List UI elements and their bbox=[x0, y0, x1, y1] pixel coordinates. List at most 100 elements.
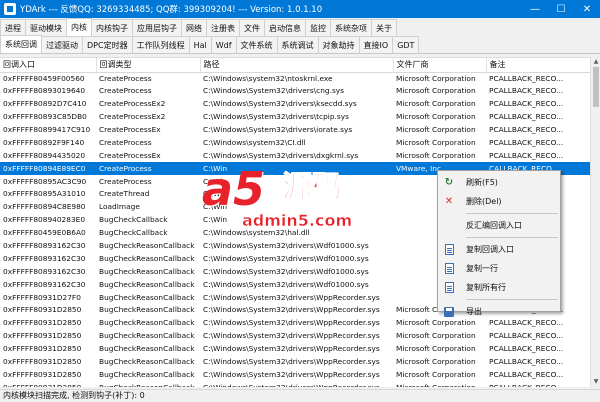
close-button[interactable]: ✕ bbox=[574, 0, 600, 18]
sub-tab-8[interactable]: 对象劫持 bbox=[317, 36, 360, 53]
table-cell: 0xFFFFF80459F00560 bbox=[3, 73, 85, 83]
table-cell: C:\Win bbox=[200, 162, 393, 176]
table-cell: C:\Windows\System32\drivers\WppRecorder.… bbox=[203, 357, 380, 367]
sub-tab-5[interactable]: Wdf bbox=[210, 36, 237, 53]
table-row[interactable]: 0xFFFFF80931D2850BugCheckReasonCallbackC… bbox=[0, 368, 590, 381]
sub-tab-7[interactable]: 系统调试 bbox=[276, 36, 319, 53]
table-row[interactable]: 0xFFFFF80931D2850 BugCheckReasonCallback C… bbox=[0, 330, 590, 343]
sub-tab-2[interactable]: DPC定时器 bbox=[82, 36, 133, 53]
delete-icon-glyph: ✕ bbox=[444, 196, 454, 207]
table-cell: C:\Windows\System32\drivers\ksecdd.sys bbox=[203, 99, 357, 109]
table-cell: 0xFFFFF80931D2850 bbox=[3, 331, 82, 341]
table-cell: PCALLBACK_RECO... bbox=[489, 112, 564, 122]
context-menu: ↻ 刷新(F5) ✕ 删除(Del) 反汇编回调入口 复制回调入口 复制一行 复制所有行 导出 bbox=[437, 170, 561, 317]
context-menu-item[interactable]: ↻ 刷新(F5) bbox=[438, 173, 560, 192]
table-cell: CreateProcess bbox=[99, 137, 152, 147]
menu-item-label: 复制一行 bbox=[466, 264, 498, 273]
table-cell: BugCheckCallback bbox=[99, 215, 168, 225]
table-row[interactable]: 0xFFFFF80931D2850BugCheckReasonCallbackC… bbox=[0, 343, 590, 356]
menu-item-label: 刷新(F5) bbox=[466, 178, 498, 187]
refresh-icon: ↻ bbox=[442, 176, 456, 190]
table-cell: 0xFFFFF80931D2850 bbox=[0, 381, 96, 387]
table-row[interactable]: 0xFFFFF80931D2850BugCheckReasonCallbackC… bbox=[0, 381, 590, 387]
context-menu-item[interactable]: ✕ 删除(Del) bbox=[438, 192, 560, 211]
context-menu-item[interactable]: 复制所有行 bbox=[438, 278, 560, 297]
title-bar: YDArk --- 反馈QQ: 3269334485; QQ群: 3993092… bbox=[0, 0, 600, 18]
minimize-button[interactable]: — bbox=[522, 0, 548, 18]
main-tab-1[interactable]: 驱动模块 bbox=[25, 19, 67, 36]
main-tab-2[interactable]: 内核 bbox=[66, 18, 92, 36]
sub-tab-6[interactable]: 文件系统 bbox=[235, 36, 278, 53]
table-cell: Microsoft Corporation bbox=[396, 73, 476, 83]
export-icon-glyph bbox=[444, 306, 454, 317]
main-tab-11[interactable]: 关于 bbox=[371, 19, 397, 36]
scroll-thumb[interactable] bbox=[593, 67, 599, 107]
table-cell: Microsoft Corporation bbox=[396, 86, 476, 96]
table-row[interactable]: 0xFFFFF80892D7C410 CreateProcessEx2 C:\Win… bbox=[0, 98, 590, 111]
table-cell: CreateProcessEx bbox=[99, 150, 161, 160]
table-cell: C:\Windows\System32\drivers\Wdf01000.sys bbox=[203, 279, 369, 289]
sub-tab-10[interactable]: GDT bbox=[392, 36, 420, 53]
main-tab-7[interactable]: 文件 bbox=[239, 19, 265, 36]
table-cell: PCALLBACK_RECO... bbox=[489, 125, 564, 134]
table-cell: CreateThread bbox=[99, 189, 150, 199]
main-tab-9[interactable]: 监控 bbox=[305, 19, 331, 36]
table-cell: C:\Windows\System32\drivers\WppRecorder.… bbox=[203, 331, 380, 341]
maximize-button[interactable]: ☐ bbox=[548, 0, 574, 18]
main-tab-0[interactable]: 进程 bbox=[0, 19, 26, 36]
table-cell: 0xFFFFF80459E0B6A0 bbox=[3, 228, 86, 238]
table-row[interactable]: 0xFFFFF80893019640 CreateProcess C:\Window… bbox=[0, 85, 590, 98]
copy-icon-glyph bbox=[444, 263, 454, 274]
table-cell: 0xFFFFF80893C85DB0 bbox=[3, 112, 87, 122]
context-menu-item[interactable]: 复制一行 bbox=[438, 259, 560, 278]
table-cell: 0xFFFFF80894435020 bbox=[3, 150, 86, 160]
column-header[interactable]: 回调类型 bbox=[96, 58, 201, 73]
sub-tab-0[interactable]: 系统回调 bbox=[0, 35, 42, 53]
delete-icon: ✕ bbox=[442, 195, 456, 209]
column-header[interactable]: 文件厂商 bbox=[393, 58, 487, 73]
main-tab-3[interactable]: 内核钩子 bbox=[91, 19, 133, 36]
table-row[interactable]: 0xFFFFF80899417C910 CreateProcessEx C:\Win… bbox=[0, 124, 590, 137]
table-cell: Microsoft Corporation bbox=[396, 150, 476, 160]
table-cell: BugCheckReasonCallback bbox=[99, 331, 195, 341]
blank-icon bbox=[442, 219, 456, 233]
scroll-down-arrow-icon[interactable]: ▼ bbox=[591, 377, 600, 387]
column-header[interactable]: 回调入口 bbox=[0, 58, 97, 73]
main-tab-5[interactable]: 网络 bbox=[181, 19, 207, 36]
context-menu-item[interactable]: 导出 bbox=[438, 302, 560, 321]
sub-tab-4[interactable]: Hal bbox=[188, 36, 212, 53]
context-menu-item[interactable]: 反汇编回调入口 bbox=[438, 216, 560, 235]
table-cell: C:\Windows\system32\ntoskrnl.exe bbox=[203, 73, 333, 83]
table-cell: BugCheckReasonCallback bbox=[99, 344, 195, 354]
table-cell: PCALLBACK_RECO... bbox=[489, 137, 564, 147]
table-row[interactable]: 0xFFFFF80892F9F140 CreateProcess C:\Window… bbox=[0, 136, 590, 149]
table-cell: Microsoft Corporation bbox=[396, 112, 476, 122]
main-tab-8[interactable]: 启动信息 bbox=[264, 19, 306, 36]
column-header[interactable]: 路径 bbox=[200, 58, 394, 73]
table-cell: Microsoft Corporation bbox=[393, 381, 486, 387]
table-row[interactable]: 0xFFFFF80931D2850BugCheckReasonCallbackC… bbox=[0, 356, 590, 369]
vertical-scrollbar[interactable]: ▲ ▼ bbox=[590, 57, 600, 387]
sub-tab-3[interactable]: 工作队列线程 bbox=[131, 36, 190, 53]
table-cell: 0xFFFFF80895A31010 bbox=[3, 189, 86, 199]
table-cell: PCALLBACK_RECO... bbox=[489, 357, 564, 367]
table-cell: C:\Windows\System32\drivers\dxgkrnl.sys bbox=[203, 150, 359, 160]
table-cell: C:\Windows\System32\drivers\cng.sys bbox=[203, 86, 345, 96]
context-menu-item[interactable]: 复制回调入口 bbox=[438, 240, 560, 259]
sub-tab-1[interactable]: 过滤驱动 bbox=[41, 36, 83, 53]
menu-item-label: 反汇编回调入口 bbox=[466, 221, 522, 230]
scroll-up-arrow-icon[interactable]: ▲ bbox=[591, 57, 600, 67]
main-tab-10[interactable]: 系统杂项 bbox=[330, 19, 372, 36]
table-cell: C:\Windows\System32\drivers\WppRecorder.… bbox=[203, 369, 380, 379]
main-tab-4[interactable]: 应用层钩子 bbox=[132, 19, 182, 36]
table-row[interactable]: 0xFFFFF80894435020 CreateProcessEx C:\Wind… bbox=[0, 149, 590, 162]
table-cell: 0xFFFFF80895AC3C90 bbox=[3, 176, 87, 186]
table-cell: C:\Windows\system32\hal.dll bbox=[203, 228, 310, 238]
table-cell: 0xFFFFF808940283E0 bbox=[3, 215, 86, 225]
sub-tab-9[interactable]: 直接IO bbox=[358, 36, 394, 53]
main-tab-6[interactable]: 注册表 bbox=[206, 19, 240, 36]
table-row[interactable]: 0xFFFFF80459F00560 CreateProcess C:\Window… bbox=[0, 72, 590, 85]
column-header[interactable]: 备注 bbox=[486, 58, 590, 73]
table-row[interactable]: 0xFFFFF80893C85DB0 CreateProcessEx2 C:\Win… bbox=[0, 111, 590, 124]
table-cell: PCALLBACK_RECO... bbox=[489, 86, 564, 96]
